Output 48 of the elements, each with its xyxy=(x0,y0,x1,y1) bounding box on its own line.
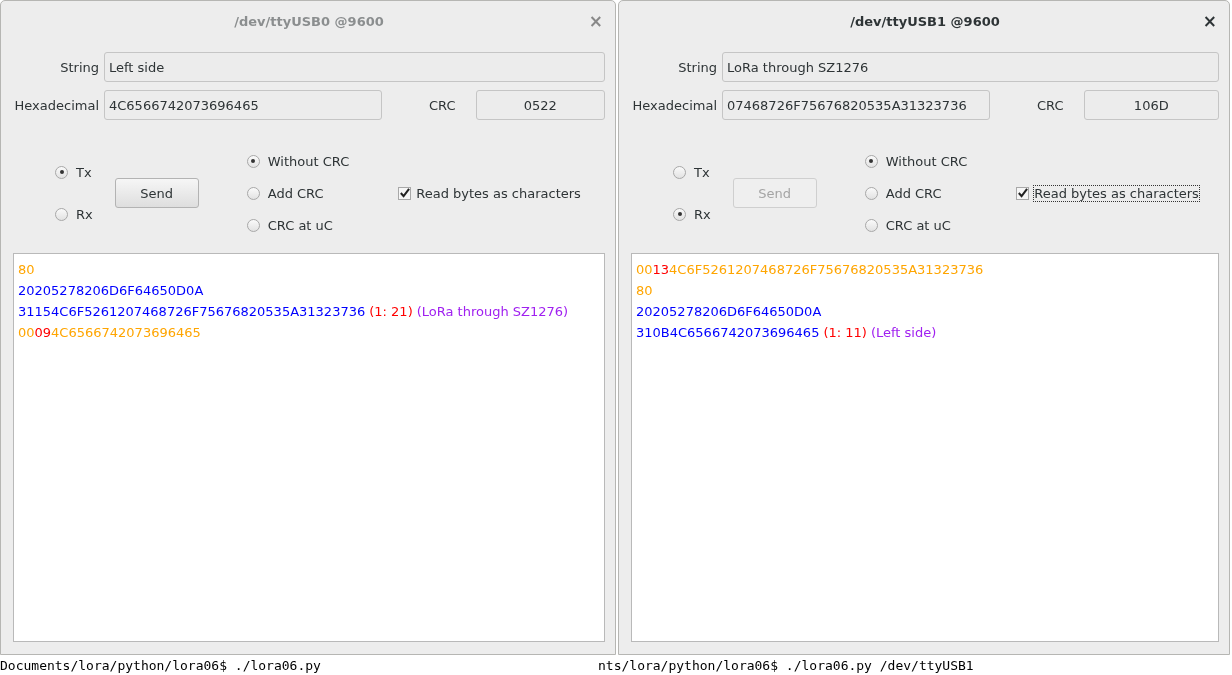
log-text: (1: 21) xyxy=(369,304,413,319)
hex-field[interactable]: 07468726F75676820535A31323736 xyxy=(722,90,990,120)
log-text: 80 xyxy=(18,262,35,277)
string-field[interactable]: Left side xyxy=(104,52,605,82)
send-button[interactable]: Send xyxy=(114,178,199,208)
string-field[interactable]: LoRa through SZ1276 xyxy=(722,52,1219,82)
radio-option[interactable]: Without CRC xyxy=(864,152,968,170)
radio-option[interactable]: CRC at uC xyxy=(864,216,968,234)
log-text: (Left side) xyxy=(870,325,937,340)
log-text: 00 xyxy=(636,262,653,277)
log-text: 20205278206D6F64650D0A xyxy=(636,304,822,319)
terminal-text: nts/lora/python/lora06$ ./lora06.py /dev/ttyUSB1 xyxy=(598,657,974,673)
check-icon xyxy=(399,187,411,199)
field-label: Hexadecimal xyxy=(13,97,100,113)
radio-option[interactable]: CRC at uC xyxy=(246,216,350,234)
radio-option[interactable]: Tx xyxy=(673,163,711,181)
radio-option[interactable]: Add CRC xyxy=(246,184,350,202)
radio-option[interactable]: Tx xyxy=(55,163,93,181)
radio-option[interactable]: Rx xyxy=(55,205,93,223)
field-label: String xyxy=(677,59,718,75)
close-button[interactable]: × xyxy=(1200,12,1219,30)
log-text: 80 xyxy=(636,283,653,298)
field-label: String xyxy=(59,59,100,75)
radio-option[interactable]: Without CRC xyxy=(246,152,350,170)
radio-option[interactable]: Add CRC xyxy=(864,184,968,202)
window-title: /dev/ttyUSB0 @9600 xyxy=(234,13,384,29)
check-icon xyxy=(1017,187,1029,199)
log-text: 4C6F5261207468726F75676820535A31323736 xyxy=(669,262,984,277)
checkbox-option[interactable]: Read bytes as characters xyxy=(1013,183,1202,203)
window-title: /dev/ttyUSB1 @9600 xyxy=(850,13,1000,29)
hex-field[interactable]: 4C6566742073696465 xyxy=(104,90,382,120)
terminal-text: Documents/lora/python/lora06$ ./lora06.py xyxy=(0,657,322,673)
log-text: 310B4C6566742073696465 xyxy=(636,325,820,340)
log-text: 20205278206D6F64650D0A xyxy=(18,283,204,298)
log-text: 00 xyxy=(18,325,35,340)
checkbox-option[interactable]: Read bytes as characters xyxy=(395,183,584,203)
field-label: CRC xyxy=(429,97,456,113)
field-label: CRC xyxy=(1037,97,1064,113)
crc-field[interactable]: 0522 xyxy=(475,90,605,120)
field-label: Hexadecimal xyxy=(631,97,718,113)
log-text: (1: 11) xyxy=(823,325,867,340)
radio-option[interactable]: Rx xyxy=(673,205,711,223)
log-text: 09 xyxy=(34,325,52,340)
log-text: 31154C6F5261207468726F75676820535A31323736 xyxy=(18,304,366,319)
log-text: (LoRa through SZ1276) xyxy=(416,304,569,319)
crc-field[interactable]: 106D xyxy=(1083,90,1219,120)
log-text: 13 xyxy=(652,262,670,277)
log-text: 4C6566742073696465 xyxy=(51,325,201,340)
